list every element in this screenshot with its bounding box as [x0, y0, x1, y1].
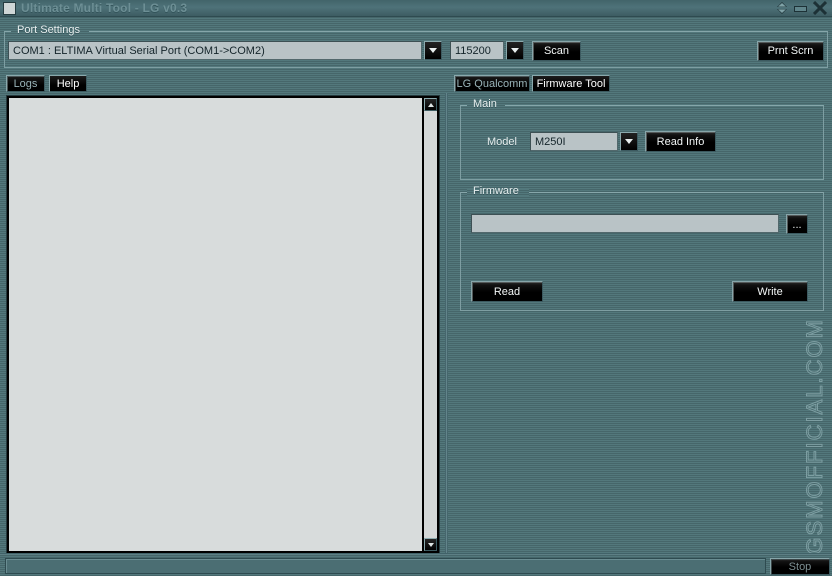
scan-button[interactable]: Scan [532, 41, 581, 61]
minimize-button[interactable] [794, 3, 807, 13]
baud-rate-combo[interactable]: 115200 [450, 41, 524, 60]
chevron-down-icon[interactable] [424, 41, 442, 60]
log-textarea[interactable] [8, 97, 423, 552]
tab-help[interactable]: Help [49, 75, 87, 92]
chevron-down-icon[interactable] [506, 41, 524, 60]
read-info-button[interactable]: Read Info [645, 131, 716, 152]
baud-rate-value[interactable]: 115200 [450, 41, 504, 60]
main-group-legend: Main [473, 98, 497, 110]
com-port-combo[interactable]: COM1 : ELTIMA Virtual Serial Port (COM1-… [8, 41, 442, 60]
com-port-value[interactable]: COM1 : ELTIMA Virtual Serial Port (COM1-… [8, 41, 422, 60]
model-value[interactable]: M250I [530, 132, 618, 151]
tab-lg-qualcomm[interactable]: LG Qualcomm [454, 75, 530, 92]
firmware-group-legend: Firmware [473, 185, 519, 197]
log-scrollbar[interactable] [423, 97, 438, 552]
status-separator [0, 553, 832, 555]
scroll-up-icon[interactable] [424, 98, 437, 111]
window-controls [776, 1, 832, 15]
model-combo[interactable]: M250I [530, 132, 638, 151]
scroll-down-icon[interactable] [424, 538, 437, 551]
model-label: Model [487, 136, 517, 148]
window-title: Ultimate Multi Tool - LG v0.3 [21, 1, 188, 15]
browse-button[interactable]: ... [786, 214, 808, 234]
port-settings-legend: Port Settings [17, 24, 80, 36]
write-button[interactable]: Write [732, 281, 808, 302]
panel-divider [445, 93, 448, 555]
tab-firmware-tool[interactable]: Firmware Tool [532, 75, 610, 92]
log-panel [6, 95, 440, 554]
tab-logs[interactable]: Logs [6, 75, 45, 92]
stop-button[interactable]: Stop [770, 558, 830, 575]
progress-bar [5, 558, 766, 574]
print-screen-button[interactable]: Prnt Scrn [757, 41, 824, 61]
read-button[interactable]: Read [471, 281, 543, 302]
rollup-button[interactable] [776, 1, 788, 15]
document-lines-icon [3, 1, 16, 15]
chevron-down-icon[interactable] [620, 132, 638, 151]
firmware-path-input[interactable] [471, 214, 779, 233]
close-button[interactable] [813, 1, 827, 15]
title-bar[interactable]: Ultimate Multi Tool - LG v0.3 [0, 0, 832, 17]
watermark-text: GSMOFFICIAL.COM [802, 318, 828, 556]
